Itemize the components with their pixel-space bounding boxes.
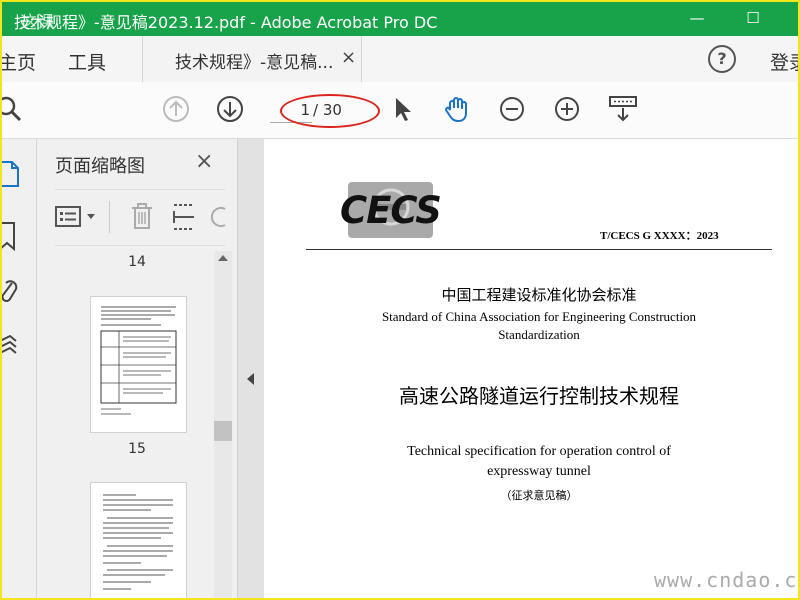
attachments-icon[interactable] bbox=[0, 277, 20, 307]
cecs-logo-text: CECS bbox=[340, 189, 442, 232]
scroll-up-arrow-icon[interactable] bbox=[218, 255, 228, 261]
thumbnail-page-number: 15 bbox=[128, 441, 146, 457]
panel-divider bbox=[55, 245, 225, 246]
thumbnail-preview bbox=[100, 306, 177, 415]
draft-note: （征求意见稿） bbox=[500, 489, 578, 502]
tab-bar: 主页 工具 技术规程》-意见稿... × ? 登录 bbox=[2, 36, 798, 83]
panel-divider bbox=[55, 189, 225, 190]
delete-page-icon[interactable] bbox=[129, 203, 155, 231]
tab-home[interactable]: 主页 bbox=[2, 48, 36, 75]
zoom-out-icon[interactable] bbox=[497, 94, 527, 124]
previous-page-icon[interactable] bbox=[161, 94, 191, 124]
scrollbar-thumb[interactable] bbox=[214, 421, 232, 441]
tab-document-label: 技术规程》-意见稿... bbox=[175, 53, 334, 73]
annotation-ellipse bbox=[280, 94, 380, 128]
tab-close-button[interactable]: × bbox=[341, 47, 356, 68]
thumbnail-preview bbox=[103, 494, 173, 590]
panel-close-button[interactable]: × bbox=[195, 149, 213, 174]
organization-name-cn: 中国工程建设标准化协会标准 bbox=[441, 286, 637, 304]
toolbar: / 30 bbox=[2, 82, 798, 139]
help-icon[interactable]: ? bbox=[708, 45, 736, 73]
panel-collapse-strip[interactable] bbox=[237, 139, 265, 598]
thumbnail-page-number: 14 bbox=[128, 254, 146, 270]
layers-icon[interactable] bbox=[0, 333, 20, 363]
toolbar-divider bbox=[109, 201, 110, 233]
zoom-in-icon[interactable] bbox=[552, 94, 582, 124]
document-page: CECS T/CECS G XXXX：2023 中国工程建设标准化协会标准 St… bbox=[264, 139, 798, 598]
panel-title: 页面缩略图 bbox=[55, 156, 145, 177]
title-bar: 这课 技术规程》-意见稿2023.12.pdf - Adobe Acrobat … bbox=[2, 2, 798, 36]
page-thumbnails-icon[interactable] bbox=[0, 159, 22, 189]
hand-tool-icon[interactable] bbox=[442, 94, 472, 124]
application-window: 这课 技术规程》-意见稿2023.12.pdf - Adobe Acrobat … bbox=[0, 0, 800, 600]
document-title-en-line1: Technical specification for operation co… bbox=[407, 444, 671, 459]
tab-tools[interactable]: 工具 bbox=[68, 48, 106, 75]
search-icon[interactable] bbox=[0, 94, 24, 124]
header-rule bbox=[306, 249, 772, 250]
keyboard-scroll-icon[interactable] bbox=[608, 94, 638, 124]
minimize-button[interactable]: — bbox=[682, 6, 712, 30]
site-watermark: www.cndao.com bbox=[654, 568, 798, 592]
thumbnail-options-icon[interactable] bbox=[55, 205, 99, 229]
thumbnails-scrollbar[interactable] bbox=[214, 251, 232, 598]
select-cursor-icon[interactable] bbox=[388, 94, 418, 124]
rotate-page-icon[interactable] bbox=[211, 203, 229, 231]
next-page-icon[interactable] bbox=[215, 94, 245, 124]
document-title-cn: 高速公路隧道运行控制技术规程 bbox=[399, 384, 679, 408]
bookmarks-icon[interactable] bbox=[0, 221, 20, 251]
standard-code: T/CECS G XXXX：2023 bbox=[600, 230, 719, 242]
maximize-button[interactable]: ☐ bbox=[738, 6, 768, 30]
thumbnails-panel: 页面缩略图 × 14 15 bbox=[37, 139, 237, 598]
tab-document[interactable]: 技术规程》-意见稿... × bbox=[142, 36, 362, 82]
navigation-rail bbox=[0, 139, 44, 598]
organization-name-en-line1: Standard of China Association for Engine… bbox=[381, 309, 697, 324]
document-title-en-line2: expressway tunnel bbox=[487, 464, 591, 479]
window-title: 技术规程》-意见稿2023.12.pdf - Adobe Acrobat Pro… bbox=[14, 13, 438, 32]
insert-page-icon[interactable] bbox=[171, 203, 197, 231]
collapse-arrow-icon[interactable] bbox=[247, 373, 254, 385]
page-thumbnail[interactable] bbox=[90, 296, 187, 433]
page-thumbnail[interactable] bbox=[90, 482, 187, 598]
organization-name-en-line2: Standardization bbox=[498, 327, 580, 342]
login-button[interactable]: 登录 bbox=[770, 48, 798, 75]
